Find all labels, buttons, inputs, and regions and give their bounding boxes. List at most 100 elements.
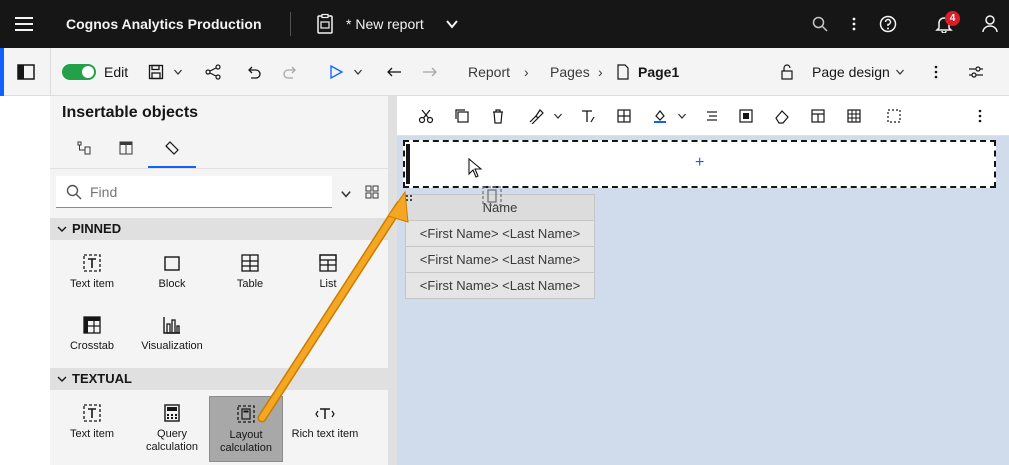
fill-color-icon[interactable] [651, 107, 669, 125]
find-input[interactable] [90, 176, 290, 208]
chevron-down-icon[interactable] [890, 62, 910, 82]
select-ancestor-icon[interactable] [885, 107, 903, 125]
data-items-icon[interactable] [116, 138, 136, 158]
breadcrumb-separator: › [524, 64, 529, 80]
borders-icon[interactable] [615, 107, 633, 125]
tile-text-item[interactable]: Text item [54, 246, 130, 302]
copy-icon[interactable] [453, 107, 471, 125]
pick-style-icon[interactable] [527, 107, 545, 125]
page-design-dropdown[interactable]: Page design [812, 48, 890, 96]
tile-label: List [319, 278, 337, 290]
help-icon[interactable] [876, 12, 900, 36]
layout-icon[interactable] [809, 107, 827, 125]
bar-chart-icon [163, 317, 180, 334]
report-title[interactable]: * New report [346, 0, 424, 48]
table-cell[interactable]: <First Name> <Last Name> [405, 272, 595, 299]
insertable-objects-panel: Insertable objects PINNED Text item [50, 96, 388, 465]
tile-query-calculation[interactable]: Query calculation [134, 396, 210, 458]
grid-view-icon[interactable] [362, 182, 382, 202]
redo-icon[interactable] [280, 62, 300, 82]
text-format-icon[interactable] [579, 107, 597, 125]
table-row: <First Name> <Last Name> [405, 220, 595, 247]
app-name[interactable]: Cognos Analytics Production [66, 0, 262, 48]
back-arrow-icon[interactable] [384, 62, 404, 82]
grid-table-icon[interactable] [845, 107, 863, 125]
tile-label: Visualization [141, 340, 203, 352]
toolbox-icon[interactable] [162, 138, 182, 158]
search-icon [66, 184, 82, 200]
source-tree-icon[interactable] [74, 138, 94, 158]
mouse-pointer-icon [468, 158, 482, 178]
tile-table[interactable]: Table [212, 246, 288, 302]
table-row: <First Name> <Last Name> [405, 272, 595, 299]
section-pinned[interactable]: PINNED [50, 218, 388, 240]
list-table[interactable]: Name <First Name> <Last Name> <First Nam… [405, 194, 595, 299]
plus-icon: + [695, 154, 705, 171]
tile-label: Text item [69, 278, 114, 290]
toggle-knob [82, 66, 94, 78]
tile-block[interactable]: Block [134, 246, 210, 302]
breadcrumb-report[interactable]: Report [468, 48, 510, 96]
undo-icon[interactable] [244, 62, 264, 82]
tile-label: Layout calculation [220, 429, 272, 454]
tile-layout-calculation[interactable]: Layout calculation [209, 396, 283, 462]
table-cell[interactable]: <First Name> <Last Name> [405, 220, 595, 247]
tile-label: Rich text item [291, 428, 359, 440]
drop-zone[interactable]: + [403, 140, 996, 188]
header-divider [290, 12, 291, 36]
tile-text-item[interactable]: Text item [54, 396, 130, 452]
share-icon[interactable] [203, 62, 223, 82]
tile-label: Table [236, 278, 264, 290]
tile-label: Query calculation [146, 428, 198, 453]
format-toolbar [397, 96, 1009, 136]
chevron-down-icon[interactable] [348, 62, 368, 82]
eraser-icon[interactable] [773, 107, 791, 125]
text-item-icon [83, 404, 101, 422]
tile-list[interactable]: List [290, 246, 366, 302]
cut-icon[interactable] [417, 107, 435, 125]
section-textual[interactable]: TEXTUAL [50, 368, 388, 390]
side-panel-icon[interactable] [16, 62, 36, 82]
find-field[interactable] [56, 176, 332, 208]
chevron-down-icon[interactable] [340, 188, 352, 200]
chevron-down-icon[interactable] [549, 107, 567, 125]
search-icon[interactable] [808, 12, 832, 36]
delete-icon[interactable] [489, 107, 507, 125]
section-label: TEXTUAL [72, 371, 132, 386]
tile-visualization[interactable]: Visualization [134, 308, 210, 364]
rich-text-icon [315, 408, 335, 419]
breadcrumb-page1[interactable]: Page1 [638, 48, 679, 96]
lock-icon[interactable] [777, 62, 797, 82]
list-icon [319, 254, 337, 272]
properties-icon[interactable] [737, 107, 755, 125]
tile-rich-text-item[interactable]: Rich text item [284, 396, 366, 452]
insertion-bar [406, 144, 410, 184]
table-icon [241, 254, 259, 272]
breadcrumb-pages[interactable]: Pages [550, 48, 590, 96]
top-header: Cognos Analytics Production * New report… [0, 0, 1009, 48]
chevron-down-icon[interactable] [673, 107, 691, 125]
page-icon [617, 64, 629, 80]
align-icon[interactable] [703, 107, 721, 125]
edit-label: Edit [104, 64, 129, 80]
tile-crosstab[interactable]: Crosstab [54, 308, 130, 364]
section-label: PINNED [72, 221, 122, 236]
edit-toggle[interactable] [62, 64, 96, 80]
chevron-down-icon[interactable] [444, 16, 460, 32]
tile-label: Text item [69, 428, 114, 440]
overflow-menu-icon[interactable] [926, 62, 946, 82]
overflow-menu-icon[interactable] [842, 12, 866, 36]
breadcrumb-separator: › [598, 64, 603, 80]
menu-icon[interactable] [0, 0, 48, 48]
panel-splitter[interactable] [388, 96, 397, 465]
chevron-down-icon[interactable] [168, 62, 188, 82]
save-icon[interactable] [146, 62, 166, 82]
user-icon[interactable] [978, 12, 1002, 36]
overflow-menu-icon[interactable] [971, 107, 989, 125]
calculator-icon [164, 404, 180, 422]
move-handle-icon[interactable] [405, 194, 413, 202]
forward-arrow-icon[interactable] [420, 62, 440, 82]
run-icon[interactable] [326, 62, 346, 82]
settings-sliders-icon[interactable] [966, 62, 986, 82]
table-cell[interactable]: <First Name> <Last Name> [405, 246, 595, 273]
